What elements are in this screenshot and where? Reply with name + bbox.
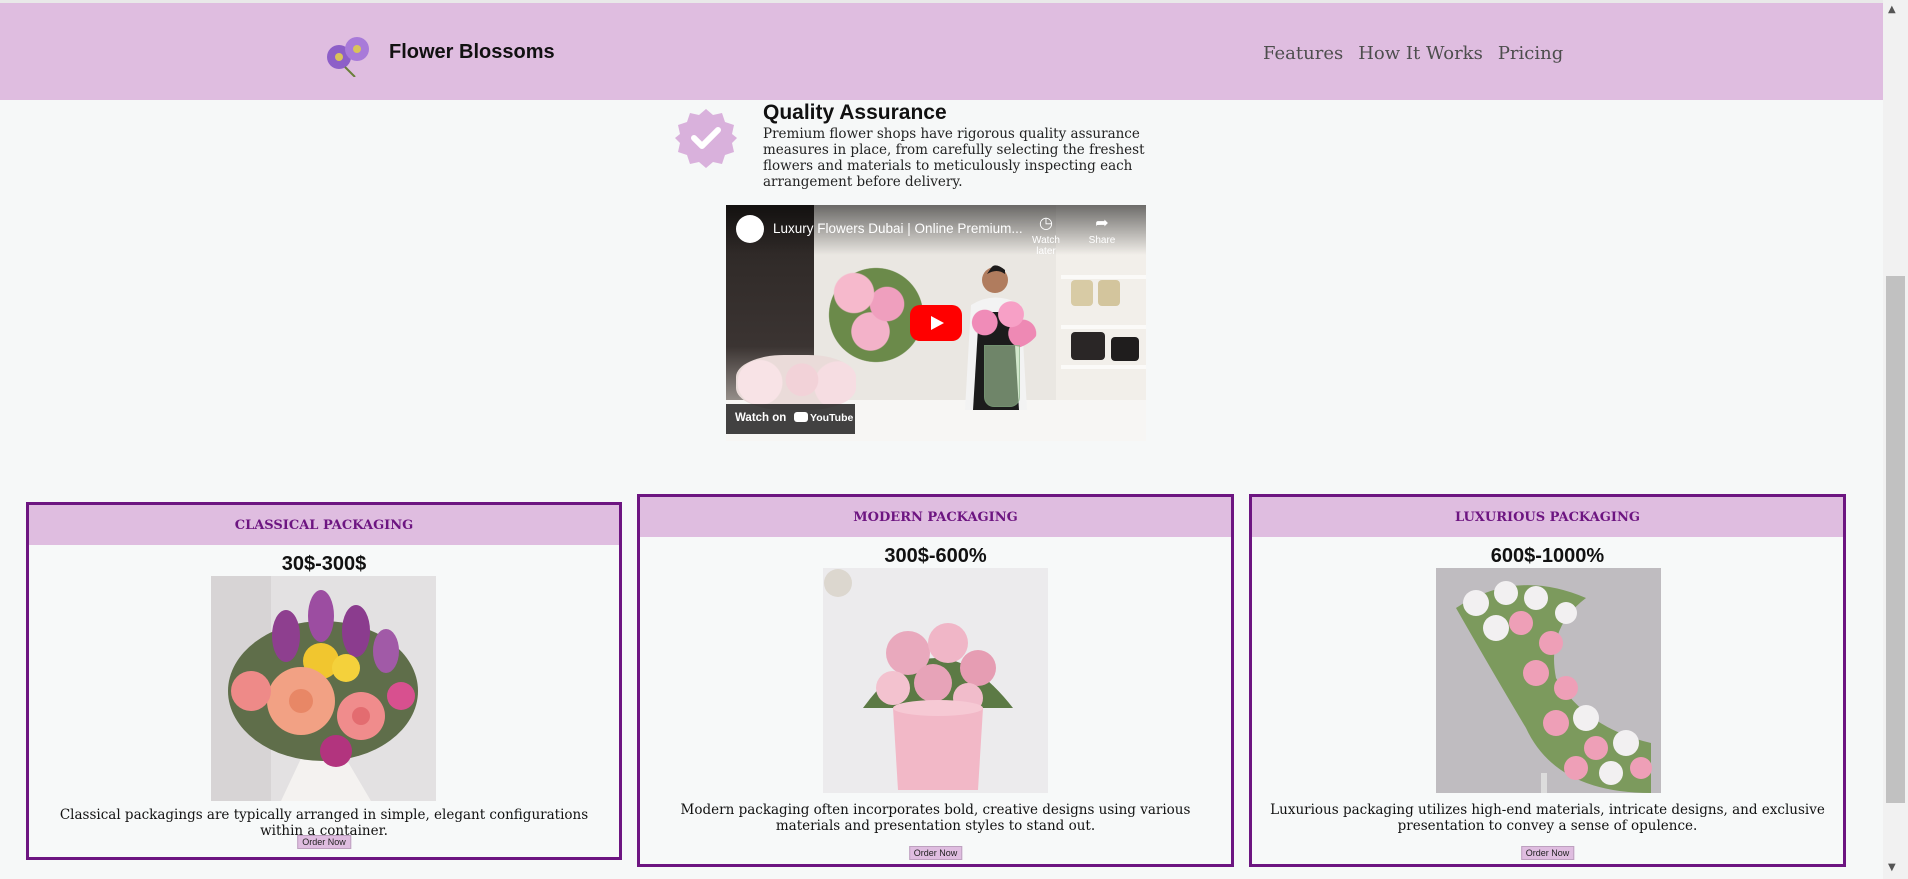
main-nav: Features How It Works Pricing: [1263, 43, 1563, 64]
channel-avatar[interactable]: [736, 215, 764, 243]
card-price: 30$-300$: [281, 553, 367, 575]
brand-name: Flower Blossoms: [389, 41, 555, 63]
video-scene-shelf: [1061, 365, 1146, 369]
pricing-card-luxurious: LUXURIOUS PACKAGING 600$-1000% Luxurious…: [1249, 494, 1846, 867]
flower-logo-icon: [327, 37, 369, 77]
pricing-card-modern: MODERN PACKAGING 300$-600% Modern packag…: [637, 494, 1234, 867]
share-label: Share: [1088, 235, 1116, 246]
scroll-up-arrow-icon[interactable]: ▲: [1888, 4, 1896, 15]
watch-on-youtube-button[interactable]: Watch on YouTube: [726, 404, 855, 434]
video-scene-shelf: [1061, 275, 1146, 279]
video-embed[interactable]: Luxury Flowers Dubai | Online Premium...…: [726, 205, 1146, 441]
video-title[interactable]: Luxury Flowers Dubai | Online Premium...: [773, 221, 1023, 236]
clock-icon: ◷: [1039, 215, 1053, 232]
video-scene-jar: [1071, 280, 1093, 306]
quality-text: Premium flower shops have rigorous quali…: [763, 126, 1145, 190]
video-scene-box: [1071, 332, 1105, 360]
card-description: Luxurious packaging utilizes high-end ma…: [1270, 802, 1825, 834]
card-title: CLASSICAL PACKAGING: [29, 505, 619, 545]
luxurious-arrangement-image: [1436, 568, 1661, 793]
classical-bouquet-image: [211, 576, 436, 801]
check-badge-icon: [675, 109, 737, 168]
watch-later-button[interactable]: ◷ Watch later: [1022, 215, 1070, 257]
watch-on-label: Watch on: [735, 412, 787, 424]
order-now-button[interactable]: Order Now: [297, 835, 351, 849]
card-price: 300$-600%: [884, 545, 987, 567]
card-title: LUXURIOUS PACKAGING: [1252, 497, 1843, 537]
nav-features[interactable]: Features: [1263, 43, 1343, 64]
nav-how-it-works[interactable]: How It Works: [1358, 43, 1483, 64]
site-header: Flower Blossoms Features How It Works Pr…: [0, 3, 1883, 100]
share-arrow-icon: ➦: [1095, 215, 1109, 232]
order-now-button[interactable]: Order Now: [1520, 846, 1575, 860]
watch-later-label: Watch later: [1032, 235, 1060, 257]
card-description: Modern packaging often incorporates bold…: [680, 802, 1191, 834]
video-scene-shelf: [1061, 325, 1146, 329]
card-price: 600$-1000%: [1490, 545, 1605, 567]
card-title: MODERN PACKAGING: [640, 497, 1231, 537]
order-now-button[interactable]: Order Now: [908, 846, 963, 860]
video-scene-roses-white: [736, 355, 856, 410]
video-scene-vase: [984, 345, 1020, 407]
youtube-logo-icon: YouTube: [794, 412, 853, 424]
quality-title: Quality Assurance: [763, 101, 947, 124]
pricing-card-classical: CLASSICAL PACKAGING 30$-300$ Classical p…: [26, 502, 622, 860]
modern-bouquet-image: [823, 568, 1048, 793]
scroll-down-arrow-icon[interactable]: ▼: [1888, 862, 1896, 873]
play-button[interactable]: [910, 305, 962, 341]
video-scene-jar: [1098, 280, 1120, 306]
share-button[interactable]: ➦ Share: [1082, 215, 1122, 246]
video-scene-box: [1111, 337, 1139, 361]
scrollbar-thumb[interactable]: [1886, 276, 1905, 803]
nav-pricing[interactable]: Pricing: [1498, 43, 1563, 64]
video-scene-gerberas: [966, 295, 1041, 350]
